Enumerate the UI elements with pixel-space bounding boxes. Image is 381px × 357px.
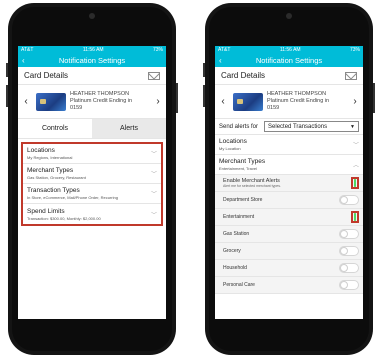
item-subtitle: My Regions, International <box>27 155 73 160</box>
chevron-down-icon: ﹀ <box>150 152 157 158</box>
card-details-label: Card Details <box>24 71 69 80</box>
item-subtitle: In Store, eCommerce, Mail/Phone Order, R… <box>27 195 118 200</box>
card-details-header: Card Details <box>18 67 166 85</box>
merchant-label: Department Store <box>223 197 263 203</box>
card-name: Platinum Credit Ending in <box>70 98 133 104</box>
card-details-label: Card Details <box>221 71 266 80</box>
merchant-row-grocery: Grocery <box>215 243 363 260</box>
card-selector: ‹ HEATHER THOMPSON Platinum Credit Endin… <box>215 85 363 119</box>
item-title: Transaction Types <box>27 187 80 194</box>
item-subtitle: My Location <box>219 146 241 151</box>
merchant-label: Entertainment <box>223 214 255 220</box>
chevron-left-icon[interactable]: ‹ <box>22 56 34 65</box>
merchant-row-personal-care: Personal Care <box>215 277 363 294</box>
chevron-down-icon: ﹀ <box>150 192 157 198</box>
camera <box>286 13 292 19</box>
battery: 73% <box>349 47 360 53</box>
chevron-right-icon[interactable]: › <box>351 96 359 107</box>
item-subtitle: Transaction: $300.00, Monthly: $2,000.00 <box>27 215 101 221</box>
merchant-row-gas-station: Gas Station <box>215 226 363 243</box>
list-item-locations[interactable]: Locations My Regions, International ﹀ <box>23 144 161 164</box>
household-toggle[interactable] <box>339 263 359 273</box>
grocery-toggle[interactable] <box>339 246 359 256</box>
tab-controls[interactable]: Controls <box>18 119 92 138</box>
send-alerts-value: Selected Transactions <box>268 123 328 130</box>
screen-right: Card Details ‹ HEATHER THOMPSON Platinum… <box>215 67 363 319</box>
tabs: Controls Alerts <box>18 119 166 139</box>
card-selector: ‹ HEATHER THOMPSON Platinum Credit Endin… <box>18 85 166 119</box>
chevron-up-icon: ︿ <box>352 163 359 169</box>
enable-merchant-alerts-row: Enable Merchant Alerts Alert me for sele… <box>215 175 363 192</box>
chevron-left-icon[interactable]: ‹ <box>22 96 30 107</box>
header-left: AT&T 11:56 AM 73% ‹ Notification Setting… <box>18 46 166 67</box>
gas-station-toggle[interactable] <box>339 229 359 239</box>
chevron-left-icon[interactable]: ‹ <box>219 56 231 65</box>
chevron-left-icon[interactable]: ‹ <box>219 96 227 107</box>
camera <box>89 13 95 19</box>
list-item-transaction-types[interactable]: Transaction Types In Store, eCommerce, M… <box>23 184 161 204</box>
item-title: Spend Limits <box>27 207 65 215</box>
item-subtitle: Gas Station, Grocery, Restaurant <box>27 175 86 180</box>
send-alerts-select[interactable]: Selected Transactions ▼ <box>264 121 359 132</box>
merchant-label: Household <box>223 265 247 271</box>
card-name: Platinum Credit Ending in <box>267 98 330 104</box>
merchant-row-entertainment: Entertainment <box>215 209 363 226</box>
item-subtitle: Entertainment, Travel <box>219 166 258 171</box>
merchant-label: Personal Care <box>223 282 255 288</box>
list-item-spend-limits[interactable]: Spend Limits Transaction: $300.00, Month… <box>23 204 161 224</box>
controls-list: Locations My Regions, International ﹀ Me… <box>21 142 163 226</box>
cardholder: HEATHER THOMPSON <box>267 91 327 97</box>
battery: 73% <box>152 47 163 53</box>
list-item-merchant-types[interactable]: Merchant Types Entertainment, Travel ︿ <box>215 155 363 175</box>
caret-down-icon: ▼ <box>350 123 355 130</box>
chevron-right-icon[interactable]: › <box>154 96 162 107</box>
tab-alerts[interactable]: Alerts <box>92 119 166 138</box>
chevron-down-icon: ﹀ <box>150 212 157 219</box>
page-title: Notification Settings <box>255 56 323 65</box>
send-alerts-row: Send alerts for Selected Transactions ▼ <box>215 119 363 135</box>
department-store-toggle[interactable] <box>339 195 359 205</box>
mail-icon[interactable] <box>148 71 160 80</box>
send-alerts-label: Send alerts for <box>219 123 259 130</box>
chevron-down-icon: ﹀ <box>352 143 359 149</box>
card-last4: 0159 <box>70 105 83 111</box>
card-details-header: Card Details <box>215 67 363 85</box>
merchant-label: Gas Station <box>223 231 250 237</box>
header-right: AT&T 11:56 AM 73% ‹ Notification Setting… <box>215 46 363 67</box>
highlight-box <box>351 211 359 223</box>
carrier: AT&T <box>218 47 231 53</box>
list-item-locations[interactable]: Locations My Location ﹀ <box>215 135 363 155</box>
personal-care-toggle[interactable] <box>339 280 359 290</box>
mail-icon[interactable] <box>345 71 357 80</box>
item-title: Locations <box>27 147 55 154</box>
highlight-box <box>351 177 359 189</box>
screen-left: Card Details ‹ HEATHER THOMPSON Platinum… <box>18 67 166 319</box>
carrier: AT&T <box>21 47 34 53</box>
page-title: Notification Settings <box>58 56 126 65</box>
merchant-row-department-store: Department Store <box>215 192 363 209</box>
merchant-row-household: Household <box>215 260 363 277</box>
item-title: Merchant Types <box>27 167 74 174</box>
list-item-merchant-types[interactable]: Merchant Types Gas Station, Grocery, Res… <box>23 164 161 184</box>
stage: AT&T 11:56 AM 73% ‹ Notification Setting… <box>0 0 381 357</box>
credit-card-image <box>233 92 263 111</box>
chevron-down-icon: ﹀ <box>150 172 157 178</box>
time: 11:56 AM <box>82 47 104 53</box>
entertainment-toggle[interactable] <box>354 213 356 221</box>
merchant-label: Grocery <box>223 248 241 254</box>
item-title: Merchant Types <box>219 158 266 165</box>
card-last4: 0159 <box>267 105 280 111</box>
credit-card-image <box>36 92 66 111</box>
enable-merchant-alerts-toggle[interactable] <box>354 179 356 187</box>
time: 11:56 AM <box>279 47 301 53</box>
enable-subtitle: Alert me for selected merchant types. <box>223 184 281 188</box>
cardholder: HEATHER THOMPSON <box>70 91 130 97</box>
item-title: Locations <box>219 138 247 145</box>
